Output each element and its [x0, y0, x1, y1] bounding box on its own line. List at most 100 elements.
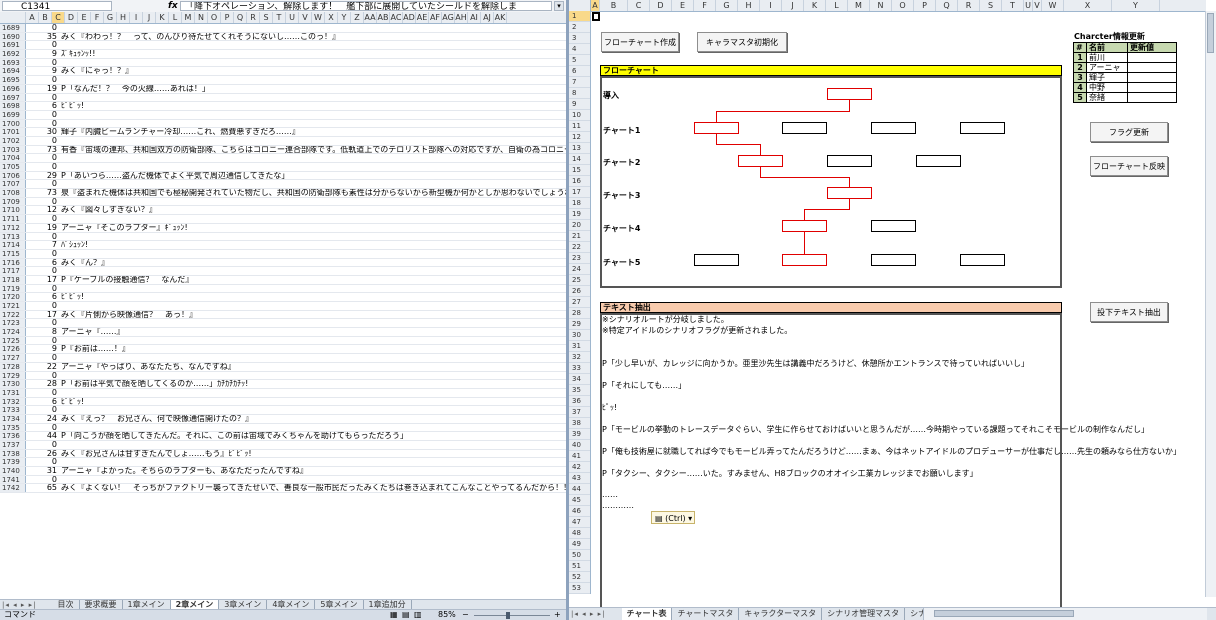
flow-node[interactable] — [871, 122, 916, 134]
row-number[interactable]: 1689 — [0, 24, 26, 32]
character-value-cell[interactable] — [1127, 82, 1177, 93]
table-row[interactable]: 1709 0 — [0, 197, 566, 207]
table-row[interactable]: 1706 29 P「あいつら……盗んだ機体でよく平気で周辺通信してきたな」 — [0, 171, 566, 181]
row-number[interactable]: 1709 — [0, 197, 26, 205]
text-cell[interactable]: ｽﾞｷｭｩﾝｯ!! — [61, 50, 95, 58]
row-number[interactable]: 42 — [569, 462, 590, 473]
view-normal-icon[interactable]: ▦ — [390, 610, 398, 620]
column-header[interactable]: H — [117, 12, 130, 23]
extract-line[interactable]: P「少し早いが、カレッジに向かうか。亜里沙先生は講義中だろうけど、休憩所かエント… — [602, 358, 1029, 369]
table-row[interactable]: 1733 0 — [0, 406, 566, 415]
row-number[interactable]: 1734 — [0, 414, 26, 423]
table-row[interactable]: 1698 6 ﾋﾟﾋﾟｯ! — [0, 102, 566, 111]
table-row[interactable]: 1718 17 P『ケーブルの接触通信？ なんだ』 — [0, 275, 566, 285]
row-number[interactable]: 32 — [569, 352, 590, 363]
table-row[interactable]: 1712 19 アーニャ『そこのラプター』ｷﾞｭｯﾝ! — [0, 223, 566, 233]
table-row[interactable]: 1725 0 — [0, 336, 566, 346]
table-row[interactable]: 1696 19 P「なんだ！？ 今の火線……あれは！」 — [0, 84, 566, 94]
table-row[interactable]: 1735 0 — [0, 423, 566, 433]
row-number[interactable]: 1718 — [0, 275, 26, 284]
table-row[interactable]: 1701 30 輝子『内臓ビームランチャー冷却……これ、燃費悪すぎだろ……』 — [0, 128, 566, 137]
text-cell[interactable]: みく『図々しすぎない？』 — [61, 206, 157, 214]
extract-drop-text-button[interactable]: 投下テキスト抽出 — [1090, 302, 1168, 322]
character-no-cell[interactable]: 5 — [1073, 92, 1087, 103]
row-number[interactable]: 1726 — [0, 345, 26, 353]
table-row[interactable]: 1690 35 みく『わわっ！？ って、のんびり待たせてくれそうにないし……このっ！… — [0, 32, 566, 42]
table-row[interactable]: 1732 6 ﾋﾟﾋﾟｯ! — [0, 397, 566, 407]
row-number[interactable]: 28 — [569, 308, 590, 319]
text-cell[interactable]: ﾋﾟﾋﾟｯ! — [61, 293, 84, 301]
row-number[interactable]: 1727 — [0, 354, 26, 362]
length-cell[interactable]: 0 — [26, 198, 57, 206]
row-number[interactable]: 51 — [569, 561, 590, 572]
column-header[interactable]: Y — [338, 12, 351, 23]
text-cell[interactable]: 輝子『内臓ビームランチャー冷却……これ、燃費悪すぎだろ……』 — [61, 128, 300, 136]
length-cell[interactable]: 44 — [26, 432, 57, 440]
row-number[interactable]: 1696 — [0, 84, 26, 93]
row-number[interactable]: 1693 — [0, 58, 26, 66]
text-cell[interactable]: P『ケーブルの接触通信？ なんだ』 — [61, 276, 193, 284]
column-header[interactable]: Y — [1112, 0, 1160, 11]
length-cell[interactable]: 6 — [26, 259, 57, 267]
flow-node[interactable] — [694, 254, 739, 266]
row-number[interactable]: 1714 — [0, 241, 26, 249]
row-number[interactable]: 37 — [569, 407, 590, 418]
table-row[interactable]: 1740 31 アーニャ『よかった。そちらのラプターも、あなただったんですね』 — [0, 467, 566, 476]
row-number[interactable]: 29 — [569, 319, 590, 330]
sheet-tab[interactable]: チャートマスタ — [672, 608, 740, 620]
column-header[interactable]: AI — [468, 12, 481, 23]
table-row[interactable]: 1694 9 みく『にゃっ！？』 — [0, 67, 566, 77]
table-row[interactable]: 1693 0 — [0, 58, 566, 68]
table-row[interactable]: 1728 22 アーニャ『やっぱり、あなたたち、なんですね』 — [0, 362, 566, 372]
zoom-out-button[interactable]: − — [462, 610, 469, 620]
length-cell[interactable]: 22 — [26, 363, 57, 371]
row-number[interactable]: 1692 — [0, 50, 26, 58]
column-header[interactable]: I — [130, 12, 143, 23]
table-row[interactable]: 1717 0 — [0, 267, 566, 276]
row-number[interactable]: 1738 — [0, 449, 26, 457]
extract-line[interactable]: …… — [602, 490, 618, 499]
row-number[interactable]: 1723 — [0, 319, 26, 327]
column-header[interactable]: AB — [377, 12, 390, 23]
length-cell[interactable]: 0 — [26, 154, 57, 162]
sheet-tab[interactable]: シナリオ管理マスタ — [822, 608, 906, 620]
view-layout-icon[interactable]: ▤ — [402, 610, 410, 620]
reflect-flowchart-button[interactable]: フローチャート反映 — [1090, 156, 1168, 176]
flow-node[interactable] — [960, 254, 1005, 266]
table-row[interactable]: 1716 6 みく『ん？』 — [0, 258, 566, 268]
text-cell[interactable]: ﾋﾟﾋﾟｯ! — [61, 398, 84, 406]
extract-line[interactable]: ………… — [602, 501, 634, 510]
row-number[interactable]: 1721 — [0, 302, 26, 310]
row-number[interactable]: 43 — [569, 473, 590, 484]
length-cell[interactable]: 0 — [26, 24, 57, 32]
length-cell[interactable]: 0 — [26, 215, 57, 223]
row-number[interactable]: 35 — [569, 385, 590, 396]
row-number[interactable]: 1729 — [0, 371, 26, 379]
column-header[interactable]: AF — [429, 12, 442, 23]
text-cell[interactable]: ﾊﾞｼｭｯﾝ! — [61, 241, 88, 249]
extract-line[interactable]: P「タクシー、タクシー……いた。すみません、H8ブロックのオオイシ工業カレッジま… — [602, 468, 978, 479]
table-row[interactable]: 1697 0 — [0, 93, 566, 103]
column-header[interactable]: C — [52, 12, 65, 23]
row-number[interactable]: 1699 — [0, 110, 26, 119]
row-number[interactable]: 1717 — [0, 267, 26, 275]
column-header[interactable]: V — [299, 12, 312, 23]
column-header[interactable]: M — [182, 12, 195, 23]
row-number[interactable]: 41 — [569, 451, 590, 462]
table-row[interactable]: 1726 9 P『お前は……！』 — [0, 345, 566, 355]
table-row[interactable]: 1723 0 — [0, 319, 566, 329]
text-cell[interactable]: みく『わわっ！？ って、のんびり待たせてくれそうにないし……このっ！』 — [61, 33, 340, 41]
row-number[interactable]: 1700 — [0, 119, 26, 127]
length-cell[interactable]: 0 — [26, 76, 57, 84]
flow-node[interactable] — [827, 155, 872, 167]
row-number[interactable]: 1724 — [0, 328, 26, 336]
horizontal-scrollbar[interactable] — [923, 608, 1207, 620]
right-tab-nav-arrows-icon[interactable]: |◂ ◂ ▸ ▸| — [569, 608, 619, 620]
table-row[interactable]: 1714 7 ﾊﾞｼｭｯﾝ! — [0, 241, 566, 250]
row-number[interactable]: 50 — [569, 550, 590, 561]
character-no-cell[interactable]: 3 — [1073, 72, 1087, 83]
row-number[interactable]: 1722 — [0, 310, 26, 318]
length-cell[interactable]: 65 — [26, 484, 57, 492]
column-header[interactable]: F — [91, 12, 104, 23]
column-header[interactable]: K — [156, 12, 169, 23]
